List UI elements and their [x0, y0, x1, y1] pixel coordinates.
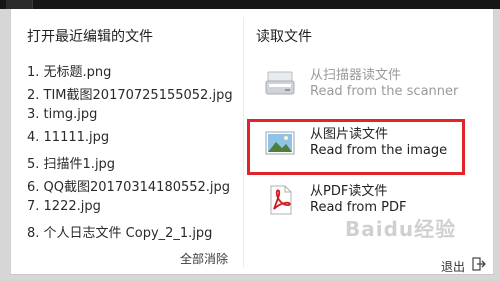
recent-files-list: 1. 无标题.png 2. TIM截图20170725155052.jpg 3.… — [27, 61, 233, 245]
pdf-label-cn: 从PDF读文件 — [310, 184, 388, 199]
pdf-icon — [270, 185, 292, 215]
scanner-label-cn: 从扫描器读文件 — [310, 68, 402, 83]
recent-file-item[interactable]: 4. 11111.jpg — [27, 130, 233, 153]
read-from-scanner-button[interactable]: 从扫描器读文件 Read from the scanner — [265, 61, 479, 111]
recent-file-item[interactable]: 5. 扫描件1.jpg — [27, 153, 233, 176]
recent-files-title: 打开最近编辑的文件 — [27, 29, 153, 45]
section-divider — [243, 17, 244, 267]
exit-icon[interactable] — [472, 257, 486, 271]
recent-file-item[interactable]: 3. timg.jpg — [27, 107, 233, 130]
open-file-panel: 打开最近编辑的文件 1. 无标题.png 2. TIM截图20170725155… — [10, 9, 494, 275]
recent-file-item[interactable]: 7. 1222.jpg — [27, 199, 233, 222]
top-bar-accent — [6, 0, 33, 9]
recent-file-item[interactable]: 8. 个人日志文件 Copy_2_1.jpg — [27, 222, 233, 245]
scanner-icon — [265, 71, 295, 95]
recent-file-item[interactable]: 6. QQ截图20170314180552.jpg — [27, 176, 233, 199]
read-file-title: 读取文件 — [256, 29, 312, 45]
watermark-text: Baidu经验 — [345, 217, 457, 241]
clear-all-button[interactable]: 全部消除 — [180, 250, 228, 267]
highlight-box — [247, 119, 465, 175]
window-top-bar — [0, 0, 500, 9]
recent-file-item[interactable]: 2. TIM截图20170725155052.jpg — [27, 84, 233, 107]
recent-file-item[interactable]: 1. 无标题.png — [27, 61, 233, 84]
exit-button[interactable]: 退出 — [441, 258, 465, 275]
scanner-label-en: Read from the scanner — [310, 84, 459, 99]
recent-files-section: 打开最近编辑的文件 1. 无标题.png 2. TIM截图20170725155… — [27, 9, 249, 274]
